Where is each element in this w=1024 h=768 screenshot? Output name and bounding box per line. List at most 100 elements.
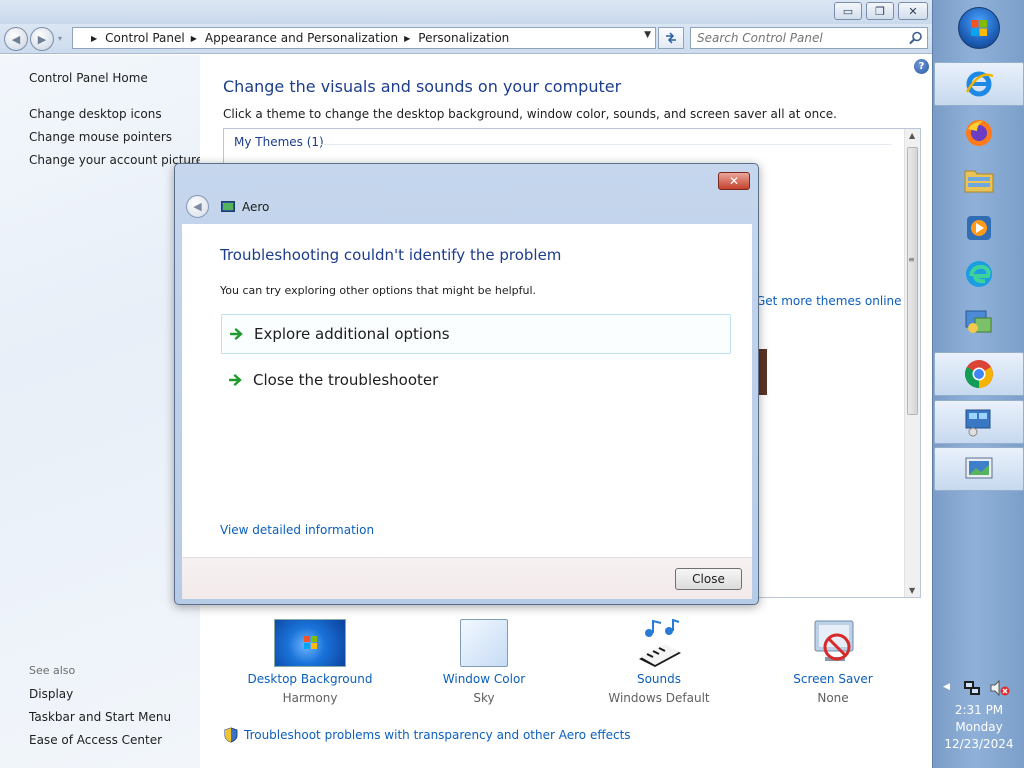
taskbar: ◀ 2:31 PM Monday 12/23/2024 — [932, 0, 1024, 768]
left-sidebar: Control Panel Home Change desktop icons … — [0, 55, 203, 768]
taskbar-file-explorer[interactable] — [934, 158, 1024, 202]
themes-group-header: My Themes (1) — [234, 135, 324, 149]
close-troubleshooter-label[interactable]: Close the troubleshooter — [253, 371, 438, 389]
green-arrow-icon — [230, 328, 243, 340]
taskbar-window-app[interactable] — [934, 447, 1024, 491]
desktop-background-label[interactable]: Desktop Background — [235, 672, 385, 686]
theme-thumbnail[interactable] — [759, 349, 767, 395]
taskbar-internet-explorer[interactable] — [934, 62, 1024, 106]
dialog-title: Aero — [242, 200, 270, 214]
see-also-link-display[interactable]: Display — [29, 687, 73, 701]
search-input[interactable] — [691, 28, 901, 48]
sidebar-link-control-panel-home[interactable]: Control Panel Home — [29, 71, 148, 85]
help-icon[interactable]: ? — [914, 59, 929, 74]
volume-muted-icon[interactable] — [990, 680, 1010, 696]
troubleshoot-aero-link[interactable]: Troubleshoot problems with transparency … — [223, 727, 631, 743]
screen-saver-label[interactable]: Screen Saver — [758, 672, 908, 686]
start-button[interactable] — [958, 7, 1000, 49]
aero-troubleshooter-dialog: ✕ ◀ Aero Troubleshooting couldn't identi… — [174, 163, 759, 605]
taskbar-firefox[interactable] — [934, 111, 1024, 155]
network-icon[interactable] — [963, 680, 981, 696]
media-player-icon — [967, 216, 991, 240]
taskbar-chrome[interactable] — [934, 352, 1024, 396]
refresh-button[interactable] — [658, 27, 684, 49]
troubleshooter-app-icon — [221, 201, 235, 212]
edge-icon — [966, 261, 992, 287]
title-bar: ▭ ❐ ✕ — [0, 0, 932, 24]
breadcrumb-arrow-icon[interactable]: ▶ — [404, 34, 410, 43]
sidebar-link-desktop-icons[interactable]: Change desktop icons — [29, 107, 162, 121]
breadcrumb-arrow-icon[interactable]: ▶ — [91, 34, 97, 43]
taskbar-control-panel[interactable] — [934, 300, 1024, 344]
search-icon[interactable] — [909, 31, 923, 45]
window-color-label[interactable]: Window Color — [409, 672, 559, 686]
firefox-icon — [966, 120, 992, 146]
remote-desktop-icon — [965, 409, 991, 437]
clock-time[interactable]: 2:31 PM — [933, 703, 1024, 717]
close-troubleshooter-button[interactable]: Close the troubleshooter — [221, 360, 731, 400]
breadcrumb-appearance[interactable]: Appearance and Personalization — [205, 31, 398, 45]
taskbar-media-player[interactable] — [934, 206, 1024, 250]
explore-options-button[interactable]: Explore additional options — [221, 314, 731, 354]
scroll-down-icon[interactable]: ▼ — [909, 586, 915, 595]
troubleshoot-aero-label[interactable]: Troubleshoot problems with transparency … — [244, 728, 631, 742]
explore-options-label[interactable]: Explore additional options — [254, 325, 450, 343]
forward-button[interactable]: ▶ — [30, 27, 54, 51]
see-also-heading: See also — [29, 664, 76, 677]
see-also-link-ease-of-access[interactable]: Ease of Access Center — [29, 733, 162, 747]
theme-list-scrollbar[interactable]: ▲ ≡ ▼ — [904, 129, 920, 597]
shield-icon — [224, 727, 238, 743]
address-bar[interactable]: ▶ Control Panel ▶ Appearance and Persona… — [72, 27, 656, 49]
dialog-back-button[interactable]: ◀ — [186, 195, 209, 218]
dialog-heading: Troubleshooting couldn't identify the pr… — [220, 246, 562, 264]
desktop-background-value: Harmony — [282, 691, 338, 705]
breadcrumb-arrow-icon[interactable]: ▶ — [191, 34, 197, 43]
maximize-button[interactable]: ❐ — [866, 2, 894, 20]
windows-logo-icon — [304, 636, 317, 649]
folder-icon — [964, 170, 994, 193]
back-button[interactable]: ◀ — [4, 27, 28, 51]
recent-pages-icon[interactable]: ▾ — [58, 34, 62, 43]
desktop-background-item[interactable]: Desktop Background Harmony — [235, 619, 385, 705]
scroll-grip-icon: ≡ — [908, 255, 915, 264]
taskbar-remote-desktop[interactable] — [934, 400, 1024, 444]
see-also-link-taskbar[interactable]: Taskbar and Start Menu — [29, 710, 171, 724]
address-dropdown-icon[interactable]: ▼ — [644, 30, 651, 40]
dialog-subheading: You can try exploring other options that… — [220, 284, 537, 297]
breadcrumb-personalization[interactable]: Personalization — [418, 31, 509, 45]
sidebar-link-mouse-pointers[interactable]: Change mouse pointers — [29, 130, 172, 144]
clock-date[interactable]: 12/23/2024 — [933, 737, 1024, 751]
chrome-icon — [965, 360, 993, 388]
close-window-button[interactable]: ✕ — [898, 2, 928, 20]
scroll-up-icon[interactable]: ▲ — [909, 131, 915, 140]
sounds-value: Windows Default — [608, 691, 710, 705]
page-title: Change the visuals and sounds on your co… — [223, 77, 622, 96]
system-tray: ◀ 2:31 PM Monday 12/23/2024 — [933, 676, 1024, 768]
dialog-close-icon[interactable]: ✕ — [718, 172, 750, 190]
window-color-swatch[interactable] — [460, 619, 508, 667]
sounds-label[interactable]: Sounds — [584, 672, 734, 686]
internet-explorer-icon — [965, 71, 994, 97]
minimize-button[interactable]: ▭ — [834, 2, 862, 20]
show-hidden-icons-icon[interactable]: ◀ — [943, 682, 950, 692]
screen-saver-icon[interactable] — [758, 619, 908, 667]
sounds-item[interactable]: Sounds Windows Default — [584, 618, 734, 705]
green-arrow-icon — [229, 374, 242, 386]
sounds-icon[interactable] — [584, 618, 734, 667]
control-panel-icon — [965, 310, 992, 333]
breadcrumb-control-panel[interactable]: Control Panel — [105, 31, 185, 45]
scroll-thumb[interactable] — [907, 147, 918, 415]
group-divider — [320, 144, 892, 145]
windows-logo-icon — [971, 20, 987, 36]
desktop-background-thumbnail[interactable] — [274, 619, 346, 667]
search-box[interactable] — [690, 27, 928, 49]
screen-saver-item[interactable]: Screen Saver None — [758, 619, 908, 705]
window-color-value: Sky — [473, 691, 495, 705]
taskbar-edge[interactable] — [934, 252, 1024, 296]
screen-saver-value: None — [817, 691, 849, 705]
get-more-themes-link[interactable]: Get more themes online — [756, 294, 902, 308]
clock-day[interactable]: Monday — [933, 720, 1024, 734]
view-detailed-information-link[interactable]: View detailed information — [220, 523, 374, 537]
window-color-item[interactable]: Window Color Sky — [409, 619, 559, 705]
close-button[interactable]: Close — [675, 568, 742, 590]
